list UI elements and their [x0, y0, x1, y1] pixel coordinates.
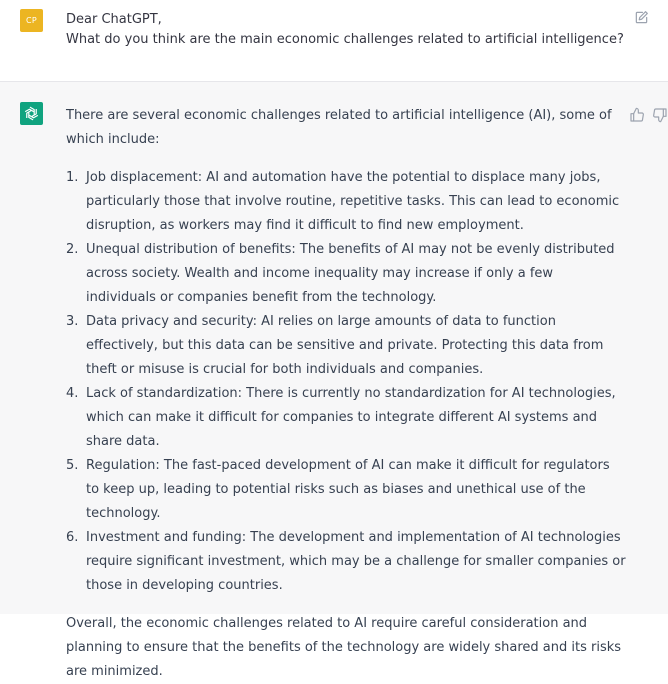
list-item-text: Unequal distribution of benefits: The be… [86, 242, 615, 305]
list-item-text: Lack of standardization: There is curren… [86, 386, 616, 449]
list-item: 2. Unequal distribution of benefits: The … [66, 238, 626, 310]
list-number: 4. [66, 386, 79, 401]
edit-icon[interactable] [634, 10, 649, 25]
thumbs-down-icon[interactable] [652, 107, 668, 123]
response-list: 1. Job displacement: AI and automation ha… [66, 166, 626, 598]
list-item: 6. Investment and funding: The developmen… [66, 526, 626, 598]
assistant-message: There are several economic challenges re… [0, 82, 668, 679]
list-item: 5. Regulation: The fast-paced development… [66, 454, 626, 526]
list-item-text: Job displacement: AI and automation have… [86, 170, 620, 233]
user-message-line: What do you think are the main economic … [66, 32, 624, 47]
list-item-text: Investment and funding: The development … [86, 530, 626, 593]
list-item-text: Regulation: The fast-paced development o… [86, 458, 610, 521]
thumbs-up-icon[interactable] [629, 107, 645, 123]
response-conclusion: Overall, the economic challenges related… [66, 616, 622, 679]
user-avatar: CP [20, 9, 43, 32]
list-number: 3. [66, 314, 79, 329]
list-item: 3. Data privacy and security: AI relies o… [66, 310, 626, 382]
list-number: 6. [66, 530, 79, 545]
user-message: CP Dear ChatGPT, What do you think are t… [0, 0, 668, 82]
user-message-text: Dear ChatGPT, What do you think are the … [66, 10, 626, 50]
list-item: 4. Lack of standardization: There is curr… [66, 382, 626, 454]
list-item: 1. Job displacement: AI and automation ha… [66, 166, 626, 238]
list-number: 5. [66, 458, 79, 473]
list-number: 2. [66, 242, 79, 257]
openai-logo-icon [24, 106, 39, 121]
list-item-text: Data privacy and security: AI relies on … [86, 314, 604, 377]
assistant-avatar [20, 102, 43, 125]
response-intro: There are several economic challenges re… [66, 108, 612, 147]
list-number: 1. [66, 170, 79, 185]
user-message-line: Dear ChatGPT, [66, 12, 162, 27]
assistant-message-text: There are several economic challenges re… [66, 104, 626, 684]
